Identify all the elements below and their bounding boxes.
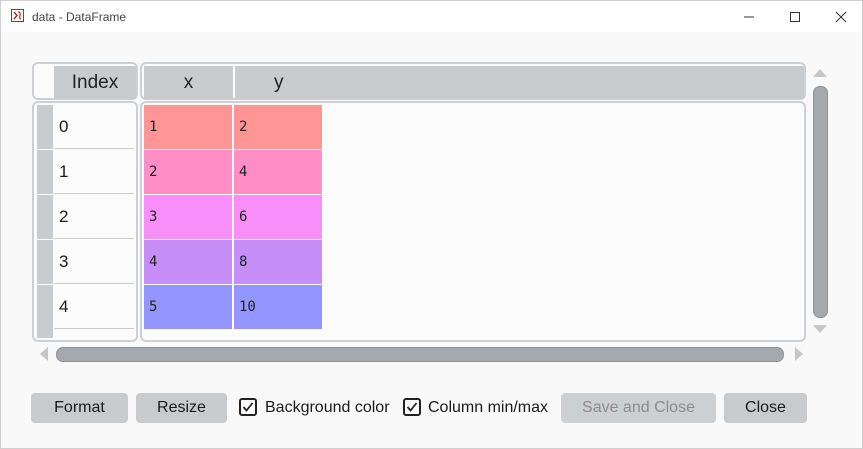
- column-header-x[interactable]: x: [144, 66, 233, 99]
- checkmark-icon: [242, 402, 254, 412]
- data-cell[interactable]: 4: [144, 240, 232, 284]
- scroll-left-arrow-icon[interactable]: [40, 347, 48, 361]
- close-button[interactable]: Close: [724, 393, 807, 423]
- index-cell[interactable]: 0: [54, 105, 134, 149]
- column-minmax-label: Column min/max: [428, 399, 549, 416]
- data-cell[interactable]: 6: [234, 195, 322, 239]
- save-and-close-button[interactable]: Save and Close: [561, 393, 716, 423]
- data-cell[interactable]: 2: [144, 150, 232, 194]
- data-cell[interactable]: 5: [144, 285, 232, 329]
- vertical-scrollbar[interactable]: [813, 86, 828, 318]
- row-gutter[interactable]: [37, 285, 53, 338]
- data-cell[interactable]: 2: [234, 105, 322, 149]
- index-cell[interactable]: 3: [54, 240, 134, 284]
- close-icon: [835, 11, 847, 22]
- index-header[interactable]: Index: [54, 66, 136, 99]
- data-cell[interactable]: 8: [234, 240, 322, 284]
- row-gutter[interactable]: [37, 150, 53, 194]
- row-gutter[interactable]: [37, 105, 53, 149]
- index-cell[interactable]: 2: [54, 195, 134, 239]
- scroll-down-arrow-icon[interactable]: [813, 325, 827, 333]
- format-button[interactable]: Format: [31, 393, 128, 423]
- maximize-icon: [790, 11, 800, 22]
- index-cell[interactable]: 1: [54, 150, 134, 194]
- data-cell[interactable]: 4: [234, 150, 322, 194]
- column-header-y[interactable]: y: [235, 66, 804, 99]
- row-gutter[interactable]: [37, 240, 53, 284]
- minimize-icon: [744, 16, 754, 17]
- horizontal-scrollbar[interactable]: [56, 347, 784, 362]
- scroll-up-arrow-icon[interactable]: [813, 69, 827, 77]
- app-icon: [11, 9, 24, 22]
- background-color-checkbox[interactable]: [239, 398, 257, 416]
- column-minmax-checkbox[interactable]: [403, 398, 421, 416]
- row-gutter[interactable]: [37, 195, 53, 239]
- title-bar: data - DataFrame: [1, 1, 862, 32]
- window-title: data - DataFrame: [32, 10, 127, 24]
- index-cell[interactable]: 4: [54, 285, 134, 329]
- close-window-button[interactable]: [818, 1, 863, 32]
- data-cell[interactable]: 1: [144, 105, 232, 149]
- data-cell[interactable]: 10: [234, 285, 322, 329]
- maximize-button[interactable]: [772, 1, 818, 32]
- background-color-label: Background color: [265, 399, 390, 416]
- checkmark-icon: [406, 402, 418, 412]
- minimize-button[interactable]: [726, 1, 772, 32]
- scroll-right-arrow-icon[interactable]: [795, 347, 803, 361]
- resize-button[interactable]: Resize: [136, 393, 227, 423]
- data-cell[interactable]: 3: [144, 195, 232, 239]
